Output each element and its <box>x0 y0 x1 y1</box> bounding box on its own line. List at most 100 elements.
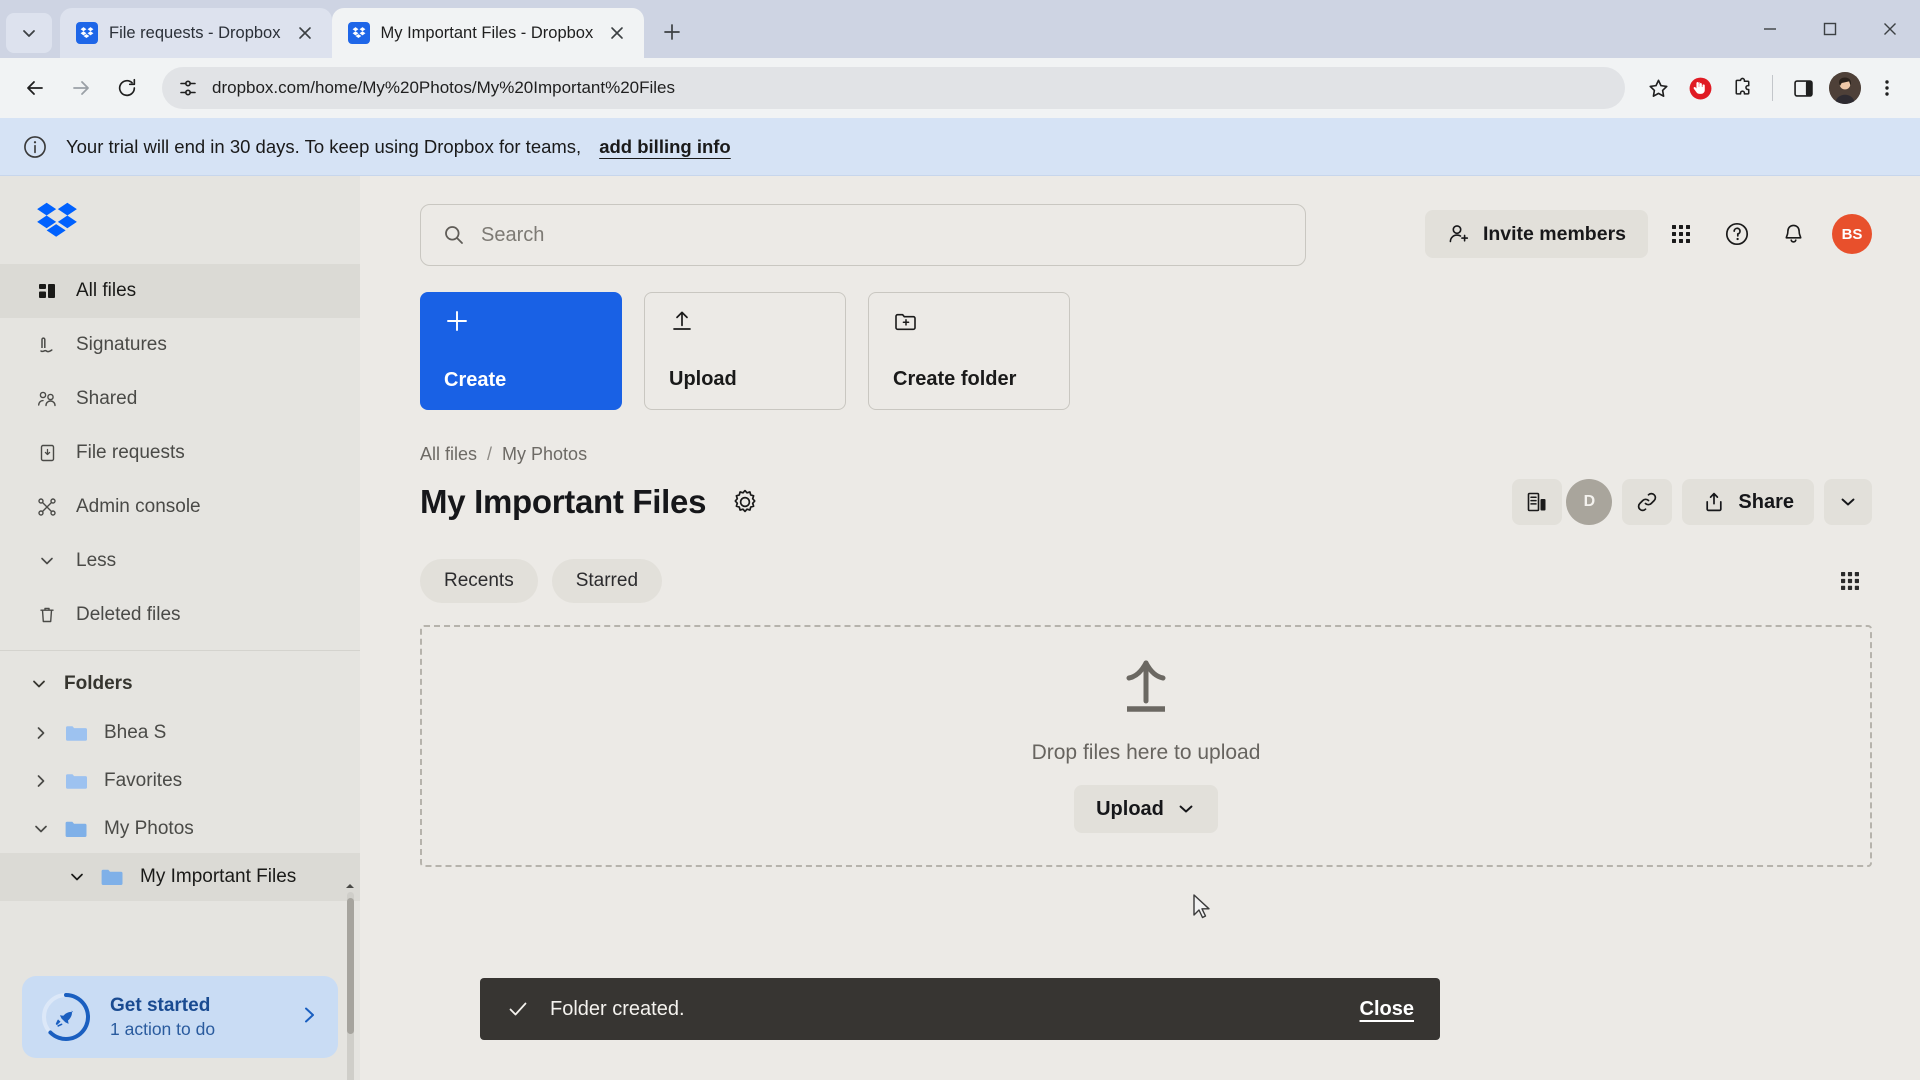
get-started-card[interactable]: Get started 1 action to do <box>22 976 338 1058</box>
share-label: Share <box>1738 490 1794 513</box>
chevron-right-icon[interactable] <box>298 1004 320 1031</box>
adblock-icon[interactable] <box>1681 69 1719 107</box>
sidebar-folder-my-important-files[interactable]: My Important Files <box>0 853 360 901</box>
upload-label: Upload <box>669 368 737 390</box>
sidebar-folder-favorites[interactable]: Favorites <box>0 757 360 805</box>
sidebar-section-folders[interactable]: Folders <box>0 659 360 709</box>
file-request-icon <box>36 442 58 464</box>
dropbox-favicon <box>76 22 98 44</box>
tab-search-button[interactable] <box>6 13 52 53</box>
browser-window: File requests - Dropbox My Important Fil… <box>0 0 1920 1080</box>
reload-button[interactable] <box>106 67 148 109</box>
folder-overview-icon <box>1528 492 1546 512</box>
search-input[interactable]: Search <box>420 204 1306 266</box>
sidebar-item-signatures[interactable]: Signatures <box>0 318 360 372</box>
tab-close-button[interactable] <box>604 20 630 46</box>
chevron-down-icon <box>30 675 48 693</box>
plus-icon <box>664 24 681 40</box>
maximize-button[interactable] <box>1800 0 1860 58</box>
back-button[interactable] <box>14 67 56 109</box>
info-icon <box>24 135 46 158</box>
filter-chip-recents[interactable]: Recents <box>420 559 538 603</box>
sidebar-scrollbar[interactable] <box>347 892 354 1080</box>
new-tab-button[interactable] <box>652 12 692 52</box>
sidebar-item-admin-console[interactable]: Admin console <box>0 480 360 534</box>
address-bar[interactable]: dropbox.com/home/My%20Photos/My%20Import… <box>162 67 1625 109</box>
breadcrumb-my-photos[interactable]: My Photos <box>502 444 587 465</box>
chevron-down-icon <box>36 550 58 572</box>
topbar-actions: Invite members BS <box>1424 204 1872 258</box>
browser-tab-my-important-files[interactable]: My Important Files - Dropbox <box>331 8 645 58</box>
folder-overview-button[interactable] <box>1512 479 1563 525</box>
dropbox-logo[interactable] <box>0 176 360 264</box>
upload-button[interactable]: Upload <box>644 292 846 410</box>
admin-console-icon <box>36 496 58 518</box>
sidebar-item-shared[interactable]: Shared <box>0 372 360 426</box>
create-label: Create <box>444 369 507 391</box>
member-avatar[interactable]: D <box>1566 479 1613 525</box>
profile-avatar[interactable] <box>1826 69 1864 107</box>
apps-grid-icon[interactable] <box>1658 211 1704 257</box>
invite-members-label: Invite members <box>1482 222 1626 245</box>
browser-menu-icon[interactable] <box>1868 69 1906 107</box>
breadcrumb-all-files[interactable]: All files <box>420 444 477 465</box>
dropzone-text: Drop files here to upload <box>1031 741 1261 764</box>
sidebar-folder-my-photos[interactable]: My Photos <box>0 805 360 853</box>
grid-view-icon[interactable] <box>1828 559 1872 603</box>
tab-title: File requests - Dropbox <box>109 23 281 42</box>
chevron-down-icon[interactable] <box>68 868 86 886</box>
upload-arrow-icon <box>673 311 691 330</box>
add-billing-info-link[interactable]: add billing info <box>599 136 731 158</box>
sidebar-folder-label: Favorites <box>104 770 183 791</box>
help-icon[interactable] <box>1714 211 1760 257</box>
close-window-button[interactable] <box>1860 0 1920 58</box>
folder-icon <box>64 722 90 744</box>
gear-icon[interactable] <box>728 485 762 519</box>
user-avatar-badge[interactable]: BS <box>1832 214 1872 254</box>
minimize-button[interactable] <box>1740 0 1800 58</box>
avatar <box>1829 72 1861 104</box>
sidebar-item-all-files[interactable]: All files <box>0 264 360 318</box>
sidebar-folder-bhea-s[interactable]: Bhea S <box>0 709 360 757</box>
invite-members-button[interactable]: Invite members <box>1424 210 1648 258</box>
toast-close-button[interactable]: Close <box>1360 998 1414 1021</box>
link-icon <box>1638 492 1657 512</box>
dropzone-upload-button[interactable]: Upload <box>1074 785 1218 833</box>
tab-close-button[interactable] <box>292 20 318 46</box>
folder-open-icon <box>100 866 126 888</box>
file-dropzone[interactable]: Drop files here to upload Upload <box>420 625 1872 867</box>
chevron-down-icon[interactable] <box>32 820 50 838</box>
scroll-up-arrow[interactable] <box>342 878 358 894</box>
side-panel-icon[interactable] <box>1784 69 1822 107</box>
toast-message: Folder created. <box>550 997 685 1020</box>
sidebar-item-file-requests[interactable]: File requests <box>0 426 360 480</box>
sidebar-item-label: All files <box>76 280 137 301</box>
create-folder-button[interactable]: Create folder <box>868 292 1070 410</box>
toolbar-divider <box>1772 75 1773 101</box>
folder-icon <box>64 770 90 792</box>
browser-tab-file-requests[interactable]: File requests - Dropbox <box>60 8 332 58</box>
action-cards: Create Upload Create folder <box>420 292 1872 410</box>
page-title-row: My Important Files D Share <box>420 479 1872 525</box>
bookmark-star-icon[interactable] <box>1639 69 1677 107</box>
sidebar-item-less[interactable]: Less <box>0 534 360 588</box>
sidebar-item-deleted-files[interactable]: Deleted files <box>0 588 360 642</box>
main-content: Search Invite members BS Create Upload C… <box>360 176 1920 1080</box>
create-button[interactable]: Create <box>420 292 622 410</box>
site-settings-icon[interactable] <box>178 78 198 98</box>
forward-button[interactable] <box>60 67 102 109</box>
sidebar-item-label: Admin console <box>76 496 201 517</box>
window-controls <box>1740 0 1920 58</box>
extensions-icon[interactable] <box>1723 69 1761 107</box>
filter-chip-starred[interactable]: Starred <box>551 559 663 603</box>
copy-link-button[interactable] <box>1622 479 1673 525</box>
chevron-right-icon[interactable] <box>32 772 50 790</box>
sidebar-item-label: File requests <box>76 442 185 463</box>
sidebar-folder-label: Bhea S <box>104 722 167 743</box>
notifications-bell-icon[interactable] <box>1770 211 1816 257</box>
sidebar-item-label: Signatures <box>76 334 167 355</box>
breadcrumb-separator: / <box>487 444 493 464</box>
chevron-right-icon[interactable] <box>32 724 50 742</box>
share-dropdown-button[interactable] <box>1824 479 1872 525</box>
share-button[interactable]: Share <box>1682 479 1814 525</box>
